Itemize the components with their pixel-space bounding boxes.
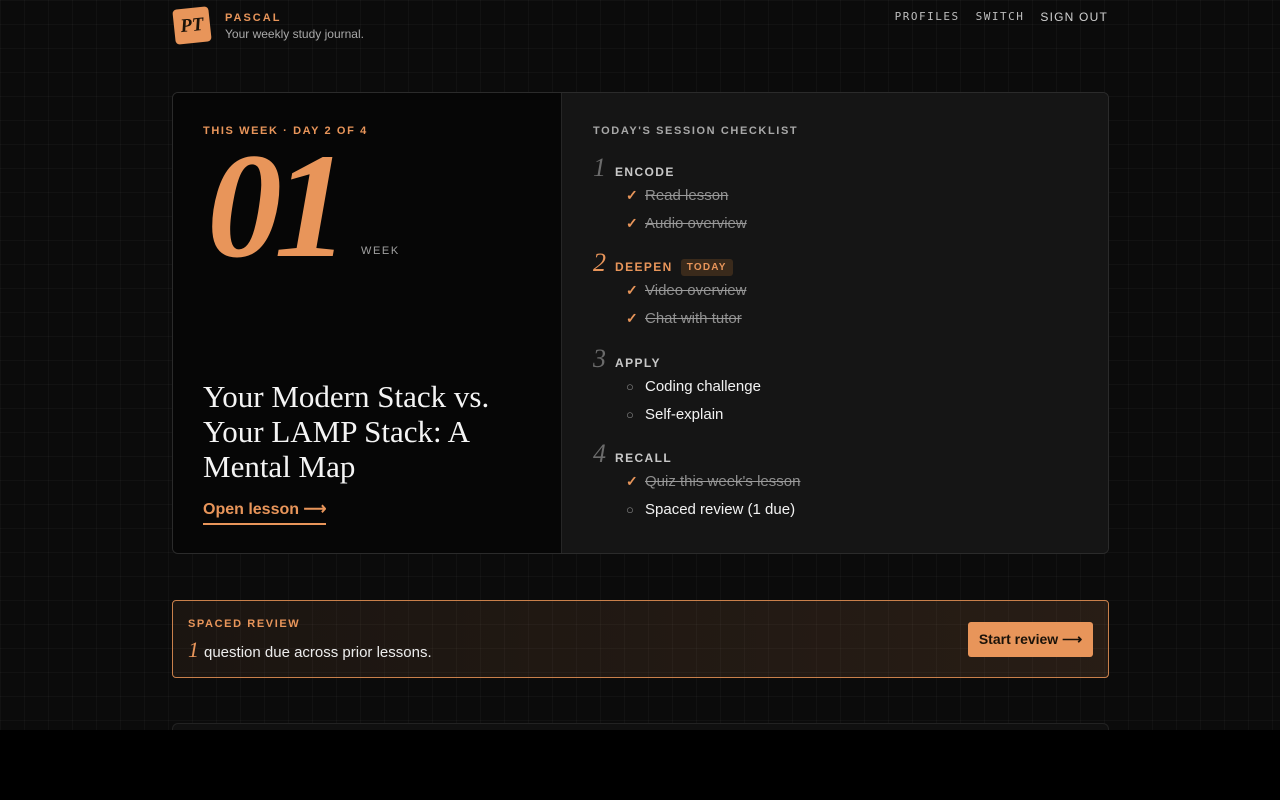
circle-icon: ○ — [626, 406, 634, 422]
circle-icon: ○ — [626, 501, 634, 517]
week-number: 01 — [207, 123, 349, 289]
step-deepen: 2 DEEPEN TODAY ✓ Video overview ✓ Chat w… — [593, 250, 746, 332]
item-label: Video overview — [645, 281, 747, 299]
step-number: 4 — [593, 439, 606, 468]
step-name: DEEPEN — [615, 260, 673, 274]
open-lesson-link[interactable]: Open lesson ⟶ — [203, 499, 327, 525]
sign-out-link[interactable]: SIGN OUT — [1040, 10, 1108, 24]
review-summary: 1 question due across prior lessons. — [188, 637, 432, 663]
item-label: Audio overview — [645, 214, 747, 232]
step-encode: 1 ENCODE ✓ Read lesson ✓ Audio overview — [593, 155, 747, 237]
logo[interactable]: PT — [172, 6, 212, 45]
check-icon: ✓ — [626, 281, 638, 298]
check-icon: ✓ — [626, 472, 638, 489]
review-text: question due across prior lessons. — [204, 644, 432, 661]
checklist-item-chat-with-tutor[interactable]: ✓ Chat with tutor — [626, 304, 746, 332]
app-header: PT PASCAL Your weekly study journal. PRO… — [172, 0, 1108, 60]
brand-name: PASCAL — [225, 12, 282, 24]
viewport-bottom-bar — [0, 730, 1280, 800]
checklist-item-audio-overview[interactable]: ✓ Audio overview — [626, 209, 747, 237]
checklist-item-spaced-review[interactable]: ○ Spaced review (1 due) — [626, 495, 800, 523]
item-label: Coding challenge — [645, 377, 761, 395]
checklist-item-read-lesson[interactable]: ✓ Read lesson — [626, 181, 747, 209]
check-icon: ✓ — [626, 309, 638, 326]
nav-switch-link[interactable]: SWITCH — [976, 10, 1025, 24]
checklist-item-coding-challenge[interactable]: ○ Coding challenge — [626, 372, 761, 400]
nav-profiles-link[interactable]: PROFILES — [895, 10, 960, 24]
item-label: Self-explain — [645, 405, 724, 423]
top-nav: PROFILES SWITCH SIGN OUT — [895, 10, 1108, 24]
brand-tagline: Your weekly study journal. — [225, 27, 364, 41]
step-name: APPLY — [615, 356, 661, 370]
check-icon: ✓ — [626, 186, 638, 203]
week-card: THIS WEEK · DAY 2 OF 4 01 WEEK Your Mode… — [172, 92, 1109, 554]
step-number: 1 — [593, 153, 606, 182]
session-checklist: TODAY'S SESSION CHECKLIST 1 ENCODE ✓ Rea… — [562, 93, 1108, 553]
review-count: 1 — [188, 637, 199, 662]
step-name: RECALL — [615, 451, 673, 465]
step-number: 3 — [593, 344, 606, 373]
step-recall: 4 RECALL ✓ Quiz this week's lesson ○ Spa… — [593, 441, 800, 523]
today-badge: TODAY — [680, 259, 733, 276]
review-eyebrow: SPACED REVIEW — [188, 618, 301, 630]
item-label: Quiz this week's lesson — [645, 472, 801, 490]
lesson-title: Your Modern Stack vs. Your LAMP Stack: A… — [203, 379, 490, 484]
spaced-review-banner: SPACED REVIEW 1 question due across prio… — [172, 600, 1109, 678]
check-icon: ✓ — [626, 214, 638, 231]
step-apply: 3 APPLY ○ Coding challenge ○ Self-explai… — [593, 346, 761, 428]
checklist-item-video-overview[interactable]: ✓ Video overview — [626, 276, 746, 304]
circle-icon: ○ — [626, 378, 634, 394]
checklist-item-self-explain[interactable]: ○ Self-explain — [626, 400, 761, 428]
step-name: ENCODE — [615, 165, 675, 179]
week-panel: THIS WEEK · DAY 2 OF 4 01 WEEK Your Mode… — [173, 93, 562, 553]
start-review-button[interactable]: Start review ⟶ — [968, 622, 1093, 657]
checklist-item-quiz[interactable]: ✓ Quiz this week's lesson — [626, 467, 800, 495]
week-label: WEEK — [361, 245, 400, 257]
checklist-title: TODAY'S SESSION CHECKLIST — [593, 125, 799, 137]
item-label: Read lesson — [645, 186, 729, 204]
step-number: 2 — [593, 248, 606, 277]
item-label: Spaced review (1 due) — [645, 500, 796, 518]
item-label: Chat with tutor — [645, 309, 742, 327]
